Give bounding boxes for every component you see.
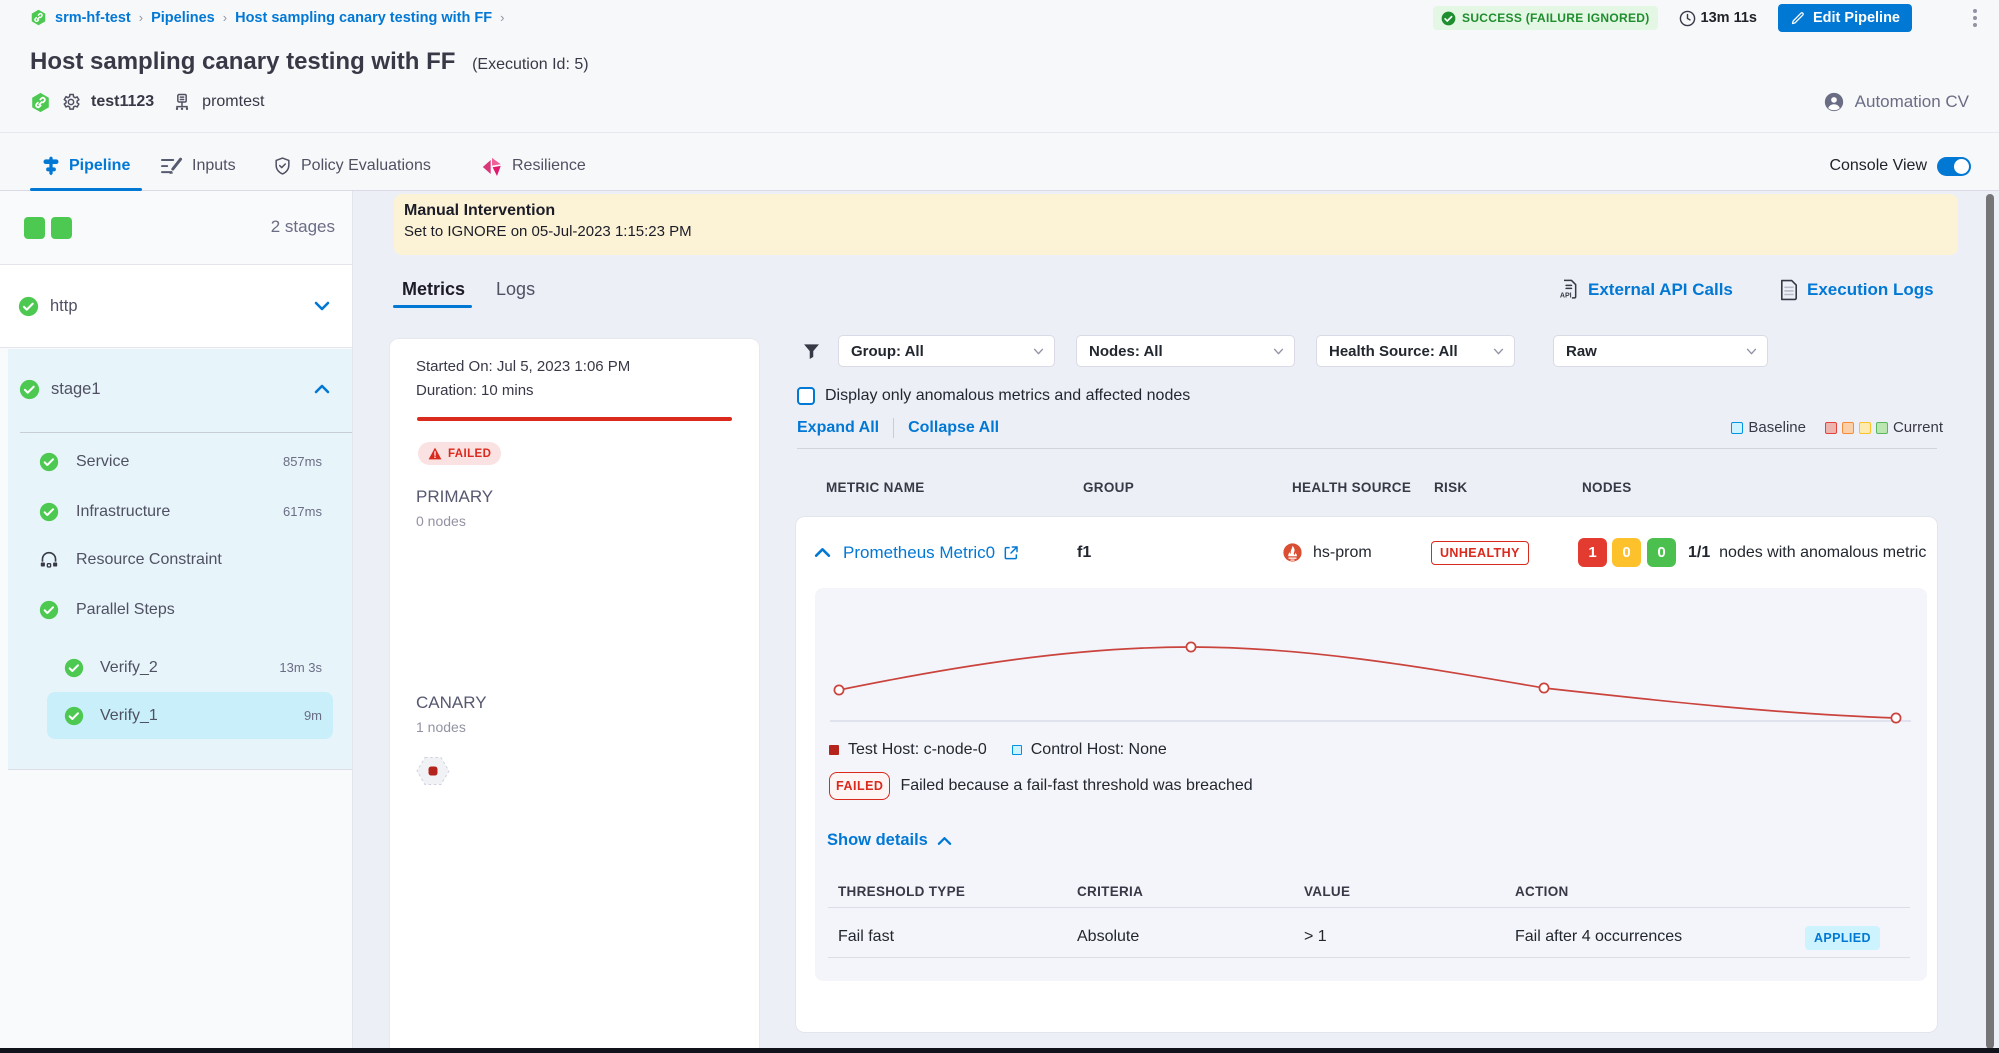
svg-text:API: API <box>1560 292 1572 300</box>
